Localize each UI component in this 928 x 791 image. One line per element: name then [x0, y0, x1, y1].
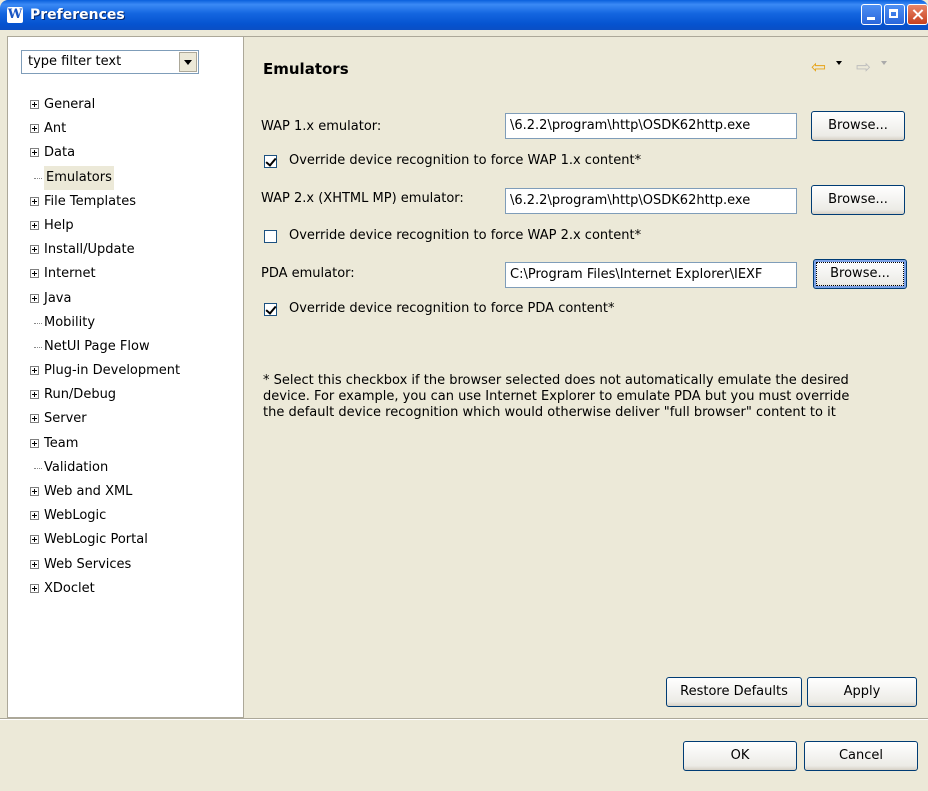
override-help-note: * Select this checkbox if the browser se… [263, 373, 850, 420]
wap2-browse-button[interactable]: Browse... [811, 185, 905, 215]
ok-button[interactable]: OK [683, 741, 797, 771]
forward-arrow-icon[interactable]: ⇨ [856, 57, 871, 78]
wap1-emulator-label: WAP 1.x emulator: [261, 119, 382, 134]
preference-page: Emulators ⇦ ⇨ WAP 1.x emulator: \6.2.2\p… [244, 36, 928, 718]
expand-plus-icon[interactable] [30, 583, 39, 593]
expand-plus-icon[interactable] [30, 269, 39, 279]
pda-override-checkbox[interactable] [264, 303, 277, 316]
expand-plus-icon[interactable] [30, 100, 39, 109]
expand-plus-icon[interactable] [30, 438, 39, 448]
tree-item-label: Run/Debug [44, 387, 117, 403]
title-bar[interactable]: W Preferences [0, 0, 928, 30]
chevron-down-icon[interactable] [179, 52, 197, 72]
back-arrow-icon[interactable]: ⇦ [811, 57, 826, 78]
tree-item-label: Validation [44, 459, 109, 475]
filter-input[interactable]: type filter text [28, 54, 121, 69]
tree-item-label: File Templates [44, 193, 136, 209]
window-title: Preferences [30, 7, 125, 23]
pda-browse-label: Browse... [830, 266, 890, 281]
page-title: Emulators [263, 60, 349, 78]
tree-item-label: Server [44, 411, 87, 427]
wap1-browse-label: Browse... [828, 118, 888, 133]
ok-label: OK [730, 748, 750, 763]
tree-item-label: Team [44, 435, 79, 451]
divider [0, 719, 928, 720]
tree-item-label: Web Services [44, 556, 132, 572]
app-icon: W [7, 7, 23, 23]
tree-item-label: Install/Update [44, 242, 135, 258]
wap2-browse-label: Browse... [828, 192, 888, 207]
expand-plus-icon[interactable] [30, 390, 39, 400]
preferences-tree-panel: type filter text General Ant Data Emulators… [7, 36, 244, 718]
expand-plus-icon[interactable] [30, 148, 39, 158]
expand-plus-icon[interactable] [30, 220, 39, 230]
tree-item-label: Internet [44, 266, 96, 282]
restore-defaults-label: Restore Defaults [680, 684, 788, 699]
pda-emulator-label: PDA emulator: [261, 266, 355, 281]
tree-connector [34, 467, 42, 469]
apply-label: Apply [843, 684, 881, 699]
expand-plus-icon[interactable] [30, 487, 39, 496]
tree-connector [34, 177, 42, 179]
expand-plus-icon[interactable] [30, 535, 39, 545]
tree-item-label: XDoclet [44, 580, 95, 596]
wap2-emulator-field[interactable]: \6.2.2\program\http\OSDK62http.exe [505, 188, 797, 214]
maximize-button[interactable] [884, 4, 905, 25]
tree-item-label: Mobility [44, 314, 96, 330]
pda-browse-button[interactable]: Browse... [813, 259, 907, 289]
tree-item-label: General [44, 97, 96, 112]
wap2-override-label: Override device recognition to force WAP… [289, 228, 642, 243]
cancel-button[interactable]: Cancel [804, 741, 918, 771]
wap1-override-label: Override device recognition to force WAP… [289, 153, 642, 168]
wap2-override-checkbox[interactable] [264, 230, 277, 243]
restore-defaults-button[interactable]: Restore Defaults [666, 677, 802, 707]
tree-item-label: Web and XML [44, 484, 133, 499]
tree-item-label: Help [44, 217, 74, 233]
tree-item-label: WebLogic [44, 508, 107, 524]
expand-plus-icon[interactable] [30, 414, 39, 424]
wap2-emulator-label: WAP 2.x (XHTML MP) emulator: [261, 191, 464, 206]
pda-override-label: Override device recognition to force PDA… [289, 301, 615, 316]
expand-plus-icon[interactable] [30, 293, 39, 303]
apply-button[interactable]: Apply [807, 677, 917, 707]
tree-item-label: WebLogic Portal [44, 532, 148, 548]
expand-plus-icon[interactable] [30, 511, 39, 521]
expand-plus-icon[interactable] [30, 559, 39, 569]
tree-item-label: Plug-in Development [44, 363, 181, 379]
tree-connector [34, 322, 42, 324]
expand-plus-icon[interactable] [30, 196, 39, 206]
page-header: Emulators ⇦ ⇨ [244, 37, 928, 102]
tree-item-label: Ant [44, 121, 67, 137]
tree-item-label: Emulators [44, 165, 114, 190]
tree-connector [34, 346, 42, 348]
tree-item-label: Data [44, 145, 76, 161]
back-history-dropdown[interactable] [836, 61, 842, 65]
wap1-override-checkbox[interactable] [264, 155, 277, 168]
filter-combo[interactable]: type filter text [21, 50, 199, 74]
expand-plus-icon[interactable] [30, 366, 39, 376]
close-button[interactable] [907, 4, 928, 25]
wap1-emulator-field[interactable]: \6.2.2\program\http\OSDK62http.exe [505, 113, 797, 139]
preferences-window: W Preferences type filter text General An… [0, 0, 928, 791]
forward-history-dropdown[interactable] [881, 61, 887, 65]
expand-plus-icon[interactable] [30, 245, 39, 255]
tree-item-label: Java [44, 290, 72, 306]
pda-emulator-field[interactable]: C:\Program Files\Internet Explorer\IEXF [505, 262, 797, 288]
minimize-button[interactable] [861, 4, 882, 25]
cancel-label: Cancel [838, 748, 884, 763]
expand-plus-icon[interactable] [30, 124, 39, 134]
tree-item-label: NetUI Page Flow [44, 338, 150, 354]
wap1-browse-button[interactable]: Browse... [811, 111, 905, 141]
